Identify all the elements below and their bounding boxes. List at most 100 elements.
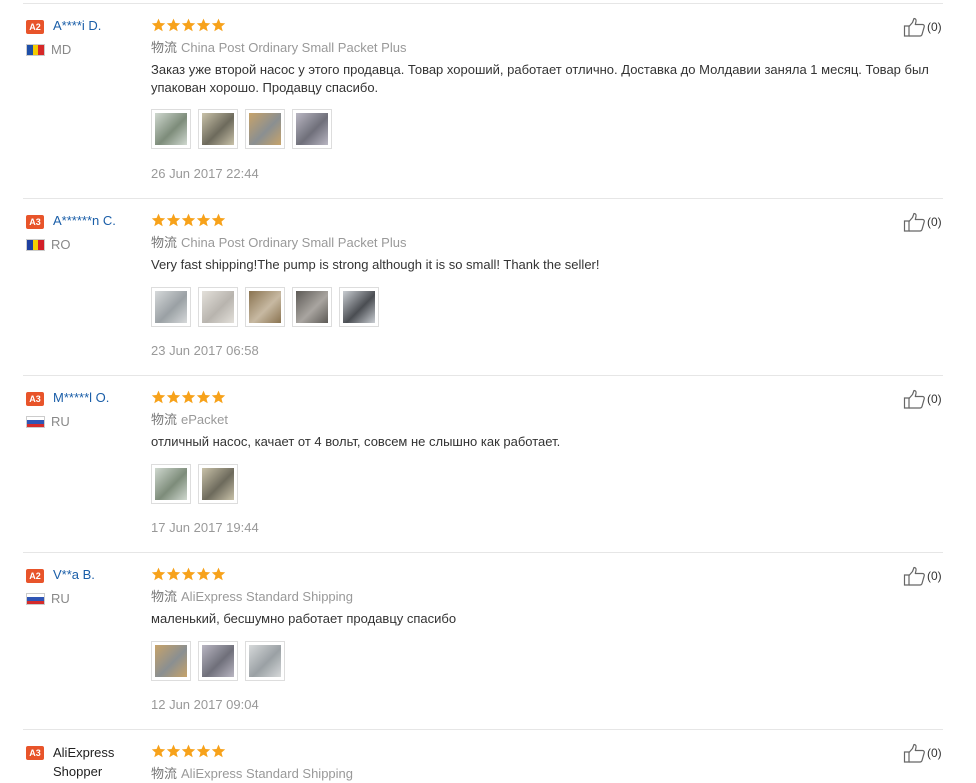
divider <box>23 198 943 199</box>
star-icon <box>151 390 166 405</box>
star-icon <box>151 213 166 228</box>
shipping-method: 物流 AliExpress Standard Shipping <box>151 765 353 783</box>
buyer-level-badge: A2 <box>26 569 44 583</box>
review-photo-thumbnail[interactable] <box>198 287 238 327</box>
russia-flag-icon <box>26 593 45 605</box>
review-photos <box>151 287 386 327</box>
russia-flag-icon <box>26 416 45 428</box>
review-photo-thumbnail[interactable] <box>151 641 191 681</box>
shipping-label: 物流 <box>151 412 178 427</box>
review-photos <box>151 464 245 504</box>
star-icon <box>151 18 166 33</box>
star-icon <box>181 567 196 582</box>
rating-stars <box>151 213 226 229</box>
helpful-count: (0) <box>927 746 942 760</box>
helpful-count: (0) <box>927 569 942 583</box>
star-icon <box>181 18 196 33</box>
star-icon <box>151 567 166 582</box>
reviewer-name[interactable]: V**a B. <box>53 566 95 584</box>
shipping-label: 物流 <box>151 235 178 250</box>
helpful-button[interactable]: (0) <box>903 212 942 232</box>
review-photo-thumbnail[interactable] <box>198 641 238 681</box>
moldova-flag-icon <box>26 44 45 56</box>
review-photos <box>151 641 292 681</box>
star-icon <box>166 213 181 228</box>
review-item: A2 V**a B. RU 物流 AliExpress Standard Ship… <box>0 566 976 730</box>
star-icon <box>166 390 181 405</box>
review-date: 23 Jun 2017 06:58 <box>151 343 259 358</box>
star-icon <box>196 744 211 759</box>
reviewer-name[interactable]: M*****l O. <box>53 389 109 407</box>
star-icon <box>196 390 211 405</box>
thumbs-up-icon <box>903 17 926 37</box>
rating-stars <box>151 744 226 760</box>
review-photo-thumbnail[interactable] <box>245 641 285 681</box>
shipping-value: ePacket <box>181 412 228 427</box>
divider <box>23 3 943 4</box>
reviewer-country: MD <box>51 42 72 57</box>
review-photo-thumbnail[interactable] <box>151 464 191 504</box>
star-icon <box>211 567 226 582</box>
thumbs-up-icon <box>903 389 926 409</box>
review-text: отличный насос, качает от 4 вольт, совсе… <box>151 434 561 449</box>
review-text: Very fast shipping!The pump is strong al… <box>151 257 600 272</box>
review-text: Заказ уже второй насос у этого продавца.… <box>151 62 929 95</box>
helpful-button[interactable]: (0) <box>903 17 942 37</box>
review-date: 26 Jun 2017 22:44 <box>151 166 259 181</box>
star-icon <box>211 390 226 405</box>
shipping-value: AliExpress Standard Shipping <box>181 589 354 604</box>
star-icon <box>196 18 211 33</box>
shipping-label: 物流 <box>151 40 178 55</box>
review-photos <box>151 109 339 149</box>
thumbs-up-icon <box>903 743 926 763</box>
review-photo-thumbnail[interactable] <box>198 109 238 149</box>
reviewer-name[interactable]: A******n C. <box>53 212 116 230</box>
review-item: A2 A****i D. MD 物流 China Post Ordinary Sm… <box>0 17 976 199</box>
helpful-button[interactable]: (0) <box>903 566 942 586</box>
helpful-count: (0) <box>927 20 942 34</box>
star-icon <box>166 18 181 33</box>
star-icon <box>196 567 211 582</box>
star-icon <box>166 744 181 759</box>
shipping-value: China Post Ordinary Small Packet Plus <box>181 40 407 55</box>
review-photo-thumbnail[interactable] <box>339 287 379 327</box>
thumbs-up-icon <box>903 566 926 586</box>
star-icon <box>196 213 211 228</box>
star-icon <box>211 18 226 33</box>
buyer-level-badge: A3 <box>26 215 44 229</box>
helpful-count: (0) <box>927 392 942 406</box>
review-photo-thumbnail[interactable] <box>292 287 332 327</box>
star-icon <box>211 744 226 759</box>
helpful-count: (0) <box>927 215 942 229</box>
review-photo-thumbnail[interactable] <box>292 109 332 149</box>
reviewer-country: RO <box>51 237 71 252</box>
star-icon <box>211 213 226 228</box>
rating-stars <box>151 390 226 406</box>
star-icon <box>181 213 196 228</box>
review-photo-thumbnail[interactable] <box>151 109 191 149</box>
shipping-label: 物流 <box>151 589 178 604</box>
thumbs-up-icon <box>903 212 926 232</box>
star-icon <box>181 744 196 759</box>
rating-stars <box>151 18 226 34</box>
helpful-button[interactable]: (0) <box>903 389 942 409</box>
buyer-level-badge: A2 <box>26 20 44 34</box>
romania-flag-icon <box>26 239 45 251</box>
review-photo-thumbnail[interactable] <box>245 287 285 327</box>
shipping-method: 物流 ePacket <box>151 411 228 429</box>
helpful-button[interactable]: (0) <box>903 743 942 763</box>
reviewer-country: RU <box>51 591 70 606</box>
review-photo-thumbnail[interactable] <box>151 287 191 327</box>
star-icon <box>151 744 166 759</box>
shipping-value: China Post Ordinary Small Packet Plus <box>181 235 407 250</box>
review-date: 12 Jun 2017 09:04 <box>151 697 259 712</box>
review-photo-thumbnail[interactable] <box>245 109 285 149</box>
review-item: A3 M*****l O. RU 物流 ePacket отличный насо… <box>0 389 976 553</box>
review-photo-thumbnail[interactable] <box>198 464 238 504</box>
reviewer-name[interactable]: A****i D. <box>53 17 101 35</box>
review-item: A3 A******n C. RO 物流 China Post Ordinary … <box>0 212 976 376</box>
buyer-level-badge: A3 <box>26 392 44 406</box>
shipping-method: 物流 China Post Ordinary Small Packet Plus <box>151 234 406 252</box>
shipping-value: AliExpress Standard Shipping <box>181 766 354 781</box>
shipping-method: 物流 China Post Ordinary Small Packet Plus <box>151 39 406 57</box>
